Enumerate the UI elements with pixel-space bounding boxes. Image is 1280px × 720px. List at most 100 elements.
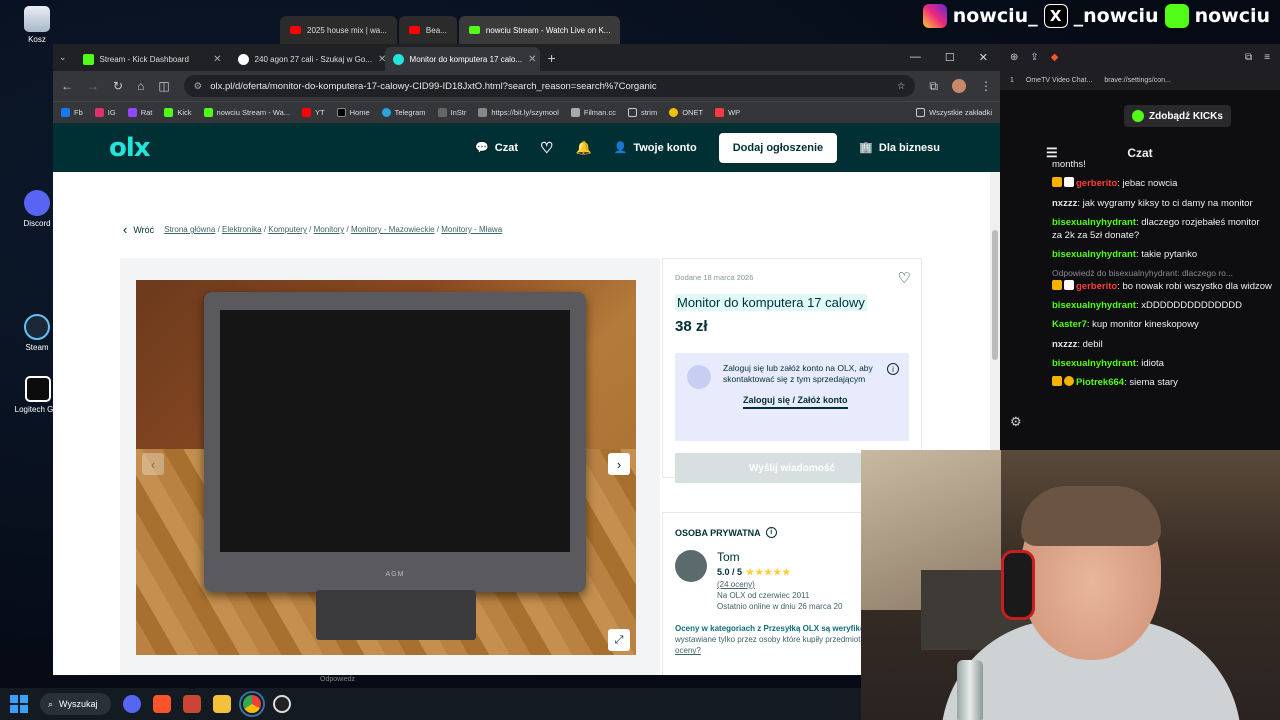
nav-business[interactable]: 🏢 Dla biznesu: [859, 141, 940, 155]
chat-username[interactable]: bisexualnyhydrant: [1052, 249, 1136, 260]
obs-taskbar-icon[interactable]: [273, 695, 292, 713]
extensions-icon[interactable]: ⧉: [929, 79, 938, 94]
bookmark-item[interactable]: IG: [94, 108, 116, 117]
background-tab[interactable]: 2025 house mix | wa...: [280, 16, 397, 44]
notifications-bell-icon[interactable]: 🔔: [575, 140, 591, 156]
address-bar[interactable]: ⚙ olx.pl/d/oferta/monitor-do-komputera-1…: [183, 75, 916, 97]
tab-kick-dashboard[interactable]: Stream - Kick Dashboard ✕: [75, 47, 230, 71]
olx-logo[interactable]: olx: [109, 133, 151, 163]
seller-reviews-link[interactable]: (24 oceny): [717, 580, 842, 589]
back-link[interactable]: ‹ Wróć: [123, 222, 154, 237]
reload-icon[interactable]: ↻: [113, 79, 123, 93]
close-window-icon[interactable]: ✕: [979, 51, 988, 64]
steam-icon: [24, 314, 50, 340]
bookmark-item[interactable]: brave://settings/con...: [1104, 77, 1171, 84]
bookmark-item[interactable]: Filman.cc: [570, 108, 616, 117]
menu-icon[interactable]: ≡: [1264, 52, 1270, 63]
bookmark-item[interactable]: Home: [336, 108, 370, 117]
breadcrumb-item[interactable]: Monitory - Mazowieckie: [351, 225, 435, 234]
bookmark-item[interactable]: https://bit.ly/szymool: [478, 108, 559, 117]
prev-photo-button[interactable]: ‹: [142, 453, 164, 475]
chrome-taskbar-icon[interactable]: [239, 691, 266, 717]
breadcrumb-item[interactable]: Monitory: [314, 225, 345, 234]
listing-photo[interactable]: AGM ‹ › ⤢: [136, 280, 636, 655]
profile-avatar[interactable]: [952, 79, 966, 93]
bookmark-item[interactable]: Rat: [127, 108, 152, 117]
discord-taskbar-icon[interactable]: [123, 695, 142, 713]
menu-icon[interactable]: ⋮: [980, 79, 992, 93]
bookmark-item[interactable]: strim: [627, 108, 657, 117]
chat-username[interactable]: nxzzz: [1052, 198, 1077, 209]
bookmark-item[interactable]: Fb: [61, 108, 83, 117]
background-tab[interactable]: Bea...: [398, 16, 457, 44]
breadcrumb-item[interactable]: Elektronika: [222, 225, 262, 234]
minimize-icon[interactable]: —: [910, 51, 921, 64]
chat-username[interactable]: bisexualnyhydrant: [1052, 300, 1136, 311]
zoom-icon[interactable]: ⊕: [1010, 52, 1018, 63]
tab-list-icon[interactable]: ⌄: [59, 52, 67, 63]
expand-icon: ⤢: [614, 633, 624, 646]
chat-username[interactable]: gerberito: [1076, 281, 1117, 292]
login-link[interactable]: Zaloguj się / Załóż konto: [743, 395, 848, 410]
nav-chat[interactable]: 💬 Czat: [475, 141, 518, 155]
monitor-screen: [220, 310, 570, 552]
maximize-icon[interactable]: ☐: [945, 51, 955, 64]
bookmark-item[interactable]: YT: [302, 108, 325, 117]
next-photo-button[interactable]: ›: [608, 453, 630, 475]
extensions-icon[interactable]: ⧉: [1245, 52, 1252, 63]
close-icon[interactable]: ✕: [213, 54, 221, 65]
get-kicks-button[interactable]: Zdobądź KICKs: [1124, 105, 1231, 127]
taskbar-search[interactable]: ⌕ Wyszukaj: [40, 693, 112, 715]
bookmark-item[interactable]: 1: [1010, 77, 1014, 84]
bookmark-item[interactable]: WP: [715, 108, 740, 117]
close-icon[interactable]: ✕: [378, 54, 385, 65]
desktop-icon-recycle-bin[interactable]: Kosz: [12, 6, 62, 44]
fullscreen-button[interactable]: ⤢: [608, 629, 630, 651]
building-icon: 🏢: [859, 142, 873, 154]
chat-settings-gear-icon[interactable]: ⚙: [1010, 414, 1022, 430]
brave-shield-icon[interactable]: ◆: [1051, 52, 1059, 63]
crown-badge-icon: [1052, 279, 1062, 290]
info-icon[interactable]: i: [765, 527, 777, 538]
brave-taskbar-icon[interactable]: [153, 695, 172, 713]
chat-username[interactable]: Piotrek664: [1076, 377, 1124, 388]
bookmark-item[interactable]: OmeTV Video Chat...: [1026, 77, 1092, 84]
site-info-icon[interactable]: ⚙: [194, 81, 203, 92]
chat-username[interactable]: bisexualnyhydrant: [1052, 358, 1136, 369]
tab-google-search[interactable]: 240 agon 27 cali - Szukaj w Go... ✕: [230, 47, 385, 71]
back-icon[interactable]: ←: [61, 79, 73, 93]
seller-name[interactable]: Tom: [717, 550, 842, 564]
breadcrumb-item[interactable]: Strona główna: [164, 225, 215, 234]
chat-username[interactable]: Kaster7: [1052, 319, 1087, 330]
background-tab[interactable]: nowciu Stream - Watch Live on K...: [458, 16, 621, 44]
sidebar-icon[interactable]: ◫: [158, 79, 169, 93]
bookmark-item[interactable]: InStr: [437, 108, 466, 117]
chat-username[interactable]: bisexualnyhydrant: [1052, 217, 1136, 228]
chat-username[interactable]: nxzzz: [1052, 339, 1077, 350]
nav-account[interactable]: 👤 Twoje konto: [614, 141, 697, 155]
olx-nav: 💬 Czat ♡ 🔔 👤 Twoje konto Dodaj ogłoszenie …: [475, 132, 940, 163]
app-taskbar-icon[interactable]: [183, 695, 202, 713]
file-explorer-icon[interactable]: [213, 695, 232, 713]
bookmark-item[interactable]: nowciu Stream - Wa...: [203, 108, 290, 117]
forward-icon[interactable]: →: [87, 79, 99, 93]
all-bookmarks[interactable]: Wszystkie zakładki: [916, 108, 992, 117]
share-icon[interactable]: ⇪: [1030, 52, 1038, 63]
chat-username[interactable]: gerberito: [1076, 178, 1117, 189]
scrollbar-thumb[interactable]: [992, 230, 998, 360]
new-tab-icon[interactable]: +: [548, 50, 556, 66]
close-icon[interactable]: ✕: [528, 54, 536, 65]
add-listing-button[interactable]: Dodaj ogłoszenie: [718, 132, 838, 163]
tab-olx-listing[interactable]: Monitor do komputera 17 calo... ✕: [384, 47, 540, 71]
favorite-heart-icon[interactable]: ♡: [898, 269, 911, 287]
windows-start-icon[interactable]: [10, 695, 28, 713]
info-icon[interactable]: i: [887, 363, 899, 375]
bookmark-item[interactable]: Kick: [164, 108, 192, 117]
bookmark-star-icon[interactable]: ☆: [897, 81, 906, 92]
home-icon[interactable]: ⌂: [137, 79, 144, 93]
bookmark-item[interactable]: Telegram: [381, 108, 426, 117]
breadcrumb-item[interactable]: Monitory - Mława: [441, 225, 502, 234]
breadcrumb-item[interactable]: Komputery: [268, 225, 307, 234]
favorites-heart-icon[interactable]: ♡: [540, 139, 553, 157]
bookmark-item[interactable]: ONET: [669, 108, 703, 117]
